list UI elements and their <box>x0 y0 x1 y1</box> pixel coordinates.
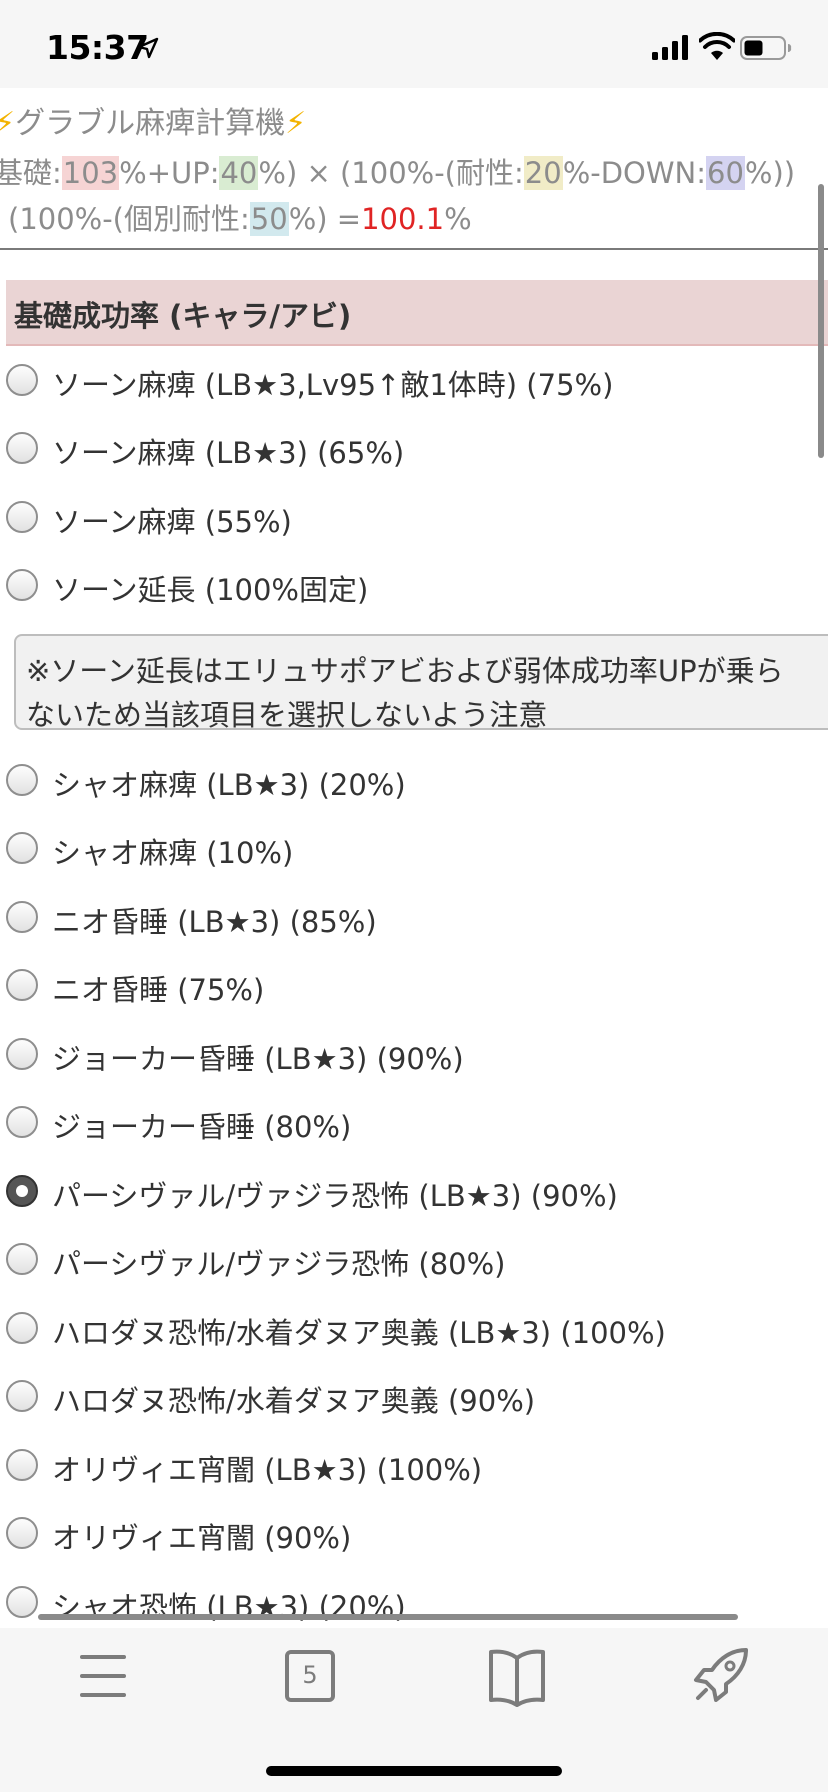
radio-button[interactable] <box>6 432 38 464</box>
wifi-icon <box>699 32 735 60</box>
option-label: ジョーカー昏睡 (LB★3) (90%) <box>52 1042 464 1076</box>
resistance-value: 20 <box>523 156 563 190</box>
option-label: ハロダヌ恐怖/水着ダヌア奥義 (LB★3) (100%) <box>52 1316 666 1350</box>
status-bar: 15:37 <box>0 0 828 88</box>
formula-line-1: 基礎:103%+UP:40%) × (100%-(耐性:20%-DOWN:60%… <box>0 156 796 190</box>
rocket-button[interactable] <box>664 1628 784 1728</box>
page-title: ⚡グラブル麻痺計算機⚡ <box>0 98 306 142</box>
up-value: 40 <box>219 156 259 190</box>
option-label: ニオ昏睡 (LB★3) (85%) <box>52 905 377 939</box>
vertical-scrollbar[interactable] <box>818 184 824 458</box>
radio-button-selected[interactable] <box>6 1175 38 1207</box>
rocket-icon <box>694 1648 748 1702</box>
individual-resistance-value: 50 <box>249 202 289 236</box>
radio-button[interactable] <box>6 1243 38 1275</box>
radio-button[interactable] <box>6 1106 38 1138</box>
signal-icon <box>652 35 688 60</box>
option-label: オリヴィエ宵闇 (LB★3) (100%) <box>52 1453 483 1487</box>
radio-button[interactable] <box>6 501 38 533</box>
option-label: シャオ麻痺 (10%) <box>52 836 294 870</box>
browser-toolbar: 5 <box>0 1628 828 1792</box>
radio-button[interactable] <box>6 364 38 396</box>
option-label: ソーン麻痺 (LB★3) (65%) <box>52 436 405 470</box>
note-text: ないため当該項目を選択しないよう注意 <box>26 698 548 732</box>
bookmarks-icon <box>489 1649 545 1707</box>
page-content: ⚡グラブル麻痺計算機⚡ 基礎:103%+UP:40%) × (100%-(耐性:… <box>0 88 828 1628</box>
option-label: ジョーカー昏睡 (80%) <box>52 1110 352 1144</box>
home-indicator[interactable] <box>266 1766 562 1776</box>
option-label: ソーン延長 (100%固定) <box>52 573 369 607</box>
down-value: 60 <box>706 156 745 190</box>
radio-button[interactable] <box>6 1380 38 1412</box>
option-label: ソーン麻痺 (LB★3,Lv95↑敵1体時) (75%) <box>52 368 614 402</box>
radio-button[interactable] <box>6 969 38 1001</box>
radio-button[interactable] <box>6 1586 38 1618</box>
option-label: ソーン麻痺 (55%) <box>52 505 292 539</box>
formula-line-2: (100%-(個別耐性:50%) =100.1% <box>8 202 472 236</box>
radio-button[interactable] <box>6 1038 38 1070</box>
radio-button[interactable] <box>6 569 38 601</box>
option-label: オリヴィエ宵闇 (90%) <box>52 1521 352 1555</box>
location-arrow-icon <box>137 37 159 59</box>
option-label: シャオ麻痺 (LB★3) (20%) <box>52 768 406 802</box>
option-label: パーシヴァル/ヴァジラ恐怖 (LB★3) (90%) <box>52 1179 618 1213</box>
section-title: 基礎成功率 (キャラ/アビ) <box>14 299 352 333</box>
note-box: ※ソーン延長はエリュサポアビおよび弱体成功率UPが乗ら ないため当該項目を選択し… <box>14 634 828 732</box>
option-label: ニオ昏睡 (75%) <box>52 973 265 1007</box>
menu-button[interactable] <box>43 1628 163 1728</box>
lightning-icon: ⚡ <box>285 106 307 141</box>
lightning-icon: ⚡ <box>0 106 16 141</box>
option-label: ハロダヌ恐怖/水着ダヌア奥義 (90%) <box>52 1384 536 1418</box>
tabs-button[interactable]: 5 <box>250 1628 370 1728</box>
radio-button[interactable] <box>6 1312 38 1344</box>
bookmarks-button[interactable] <box>457 1628 577 1728</box>
radio-button[interactable] <box>6 1517 38 1549</box>
radio-button[interactable] <box>6 1449 38 1481</box>
base-rate-value: 103 <box>61 156 120 190</box>
horizontal-scrollbar[interactable] <box>38 1614 738 1620</box>
battery-icon <box>740 36 792 60</box>
radio-button[interactable] <box>6 832 38 864</box>
option-label: パーシヴァル/ヴァジラ恐怖 (80%) <box>52 1247 506 1281</box>
status-time: 15:37 <box>46 28 149 67</box>
tab-count: 5 <box>302 1661 318 1689</box>
radio-button[interactable] <box>6 901 38 933</box>
result-value: 100.1 <box>361 202 445 236</box>
menu-icon <box>80 1655 126 1697</box>
section-header: 基礎成功率 (キャラ/アビ) <box>6 280 828 346</box>
note-text: ※ソーン延長はエリュサポアビおよび弱体成功率UPが乗ら <box>26 654 784 688</box>
divider <box>0 248 828 250</box>
radio-button[interactable] <box>6 764 38 796</box>
